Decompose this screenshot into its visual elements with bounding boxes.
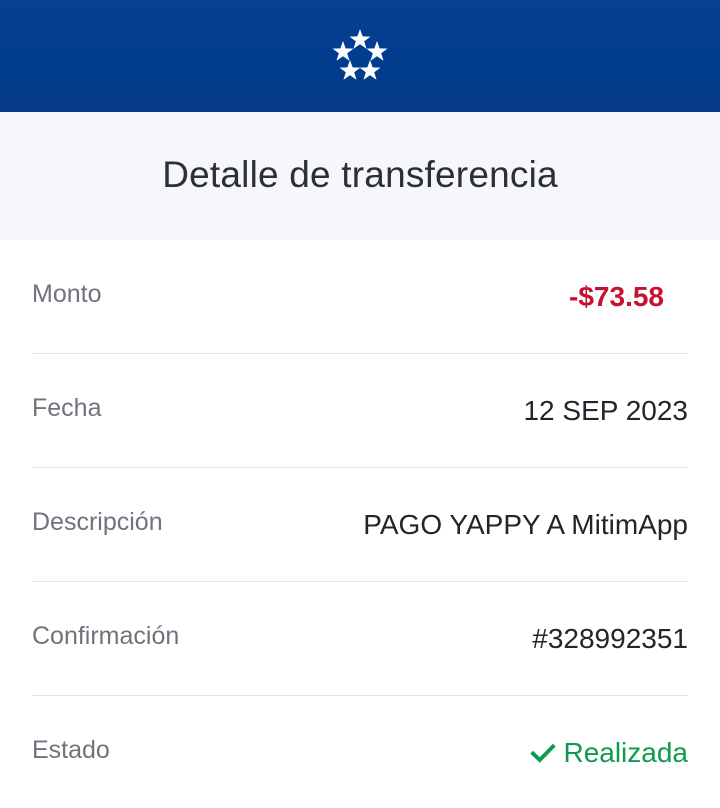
date-label: Fecha <box>32 394 102 422</box>
status-value: Realizada <box>563 736 688 768</box>
transfer-detail-screen: Detalle de transferencia Monto -$73.58 F… <box>0 0 720 808</box>
status-label: Estado <box>32 736 110 764</box>
detail-row-confirmation: Confirmación #328992351 <box>32 582 688 696</box>
check-icon <box>530 743 557 763</box>
five-stars-logo-icon <box>332 29 388 80</box>
page-title: Detalle de transferencia <box>162 154 558 195</box>
transfer-details-list: Monto -$73.58 Fecha 12 SEP 2023 Descripc… <box>0 240 720 808</box>
amount-label: Monto <box>32 280 102 308</box>
description-label: Descripción <box>32 508 163 536</box>
detail-row-amount: Monto -$73.58 <box>32 240 688 354</box>
title-band: Detalle de transferencia <box>0 112 720 240</box>
amount-value: -$73.58 <box>569 280 664 312</box>
description-value: PAGO YAPPY A MitimApp <box>363 508 688 540</box>
app-header <box>0 0 720 112</box>
confirmation-label: Confirmación <box>32 622 180 650</box>
confirmation-value: #328992351 <box>532 622 688 654</box>
status-badge: Realizada <box>529 737 688 769</box>
date-value: 12 SEP 2023 <box>523 394 688 426</box>
detail-row-date: Fecha 12 SEP 2023 <box>32 354 688 468</box>
detail-row-status: Estado Realizada <box>32 696 688 808</box>
detail-row-description: Descripción PAGO YAPPY A MitimApp <box>32 468 688 582</box>
